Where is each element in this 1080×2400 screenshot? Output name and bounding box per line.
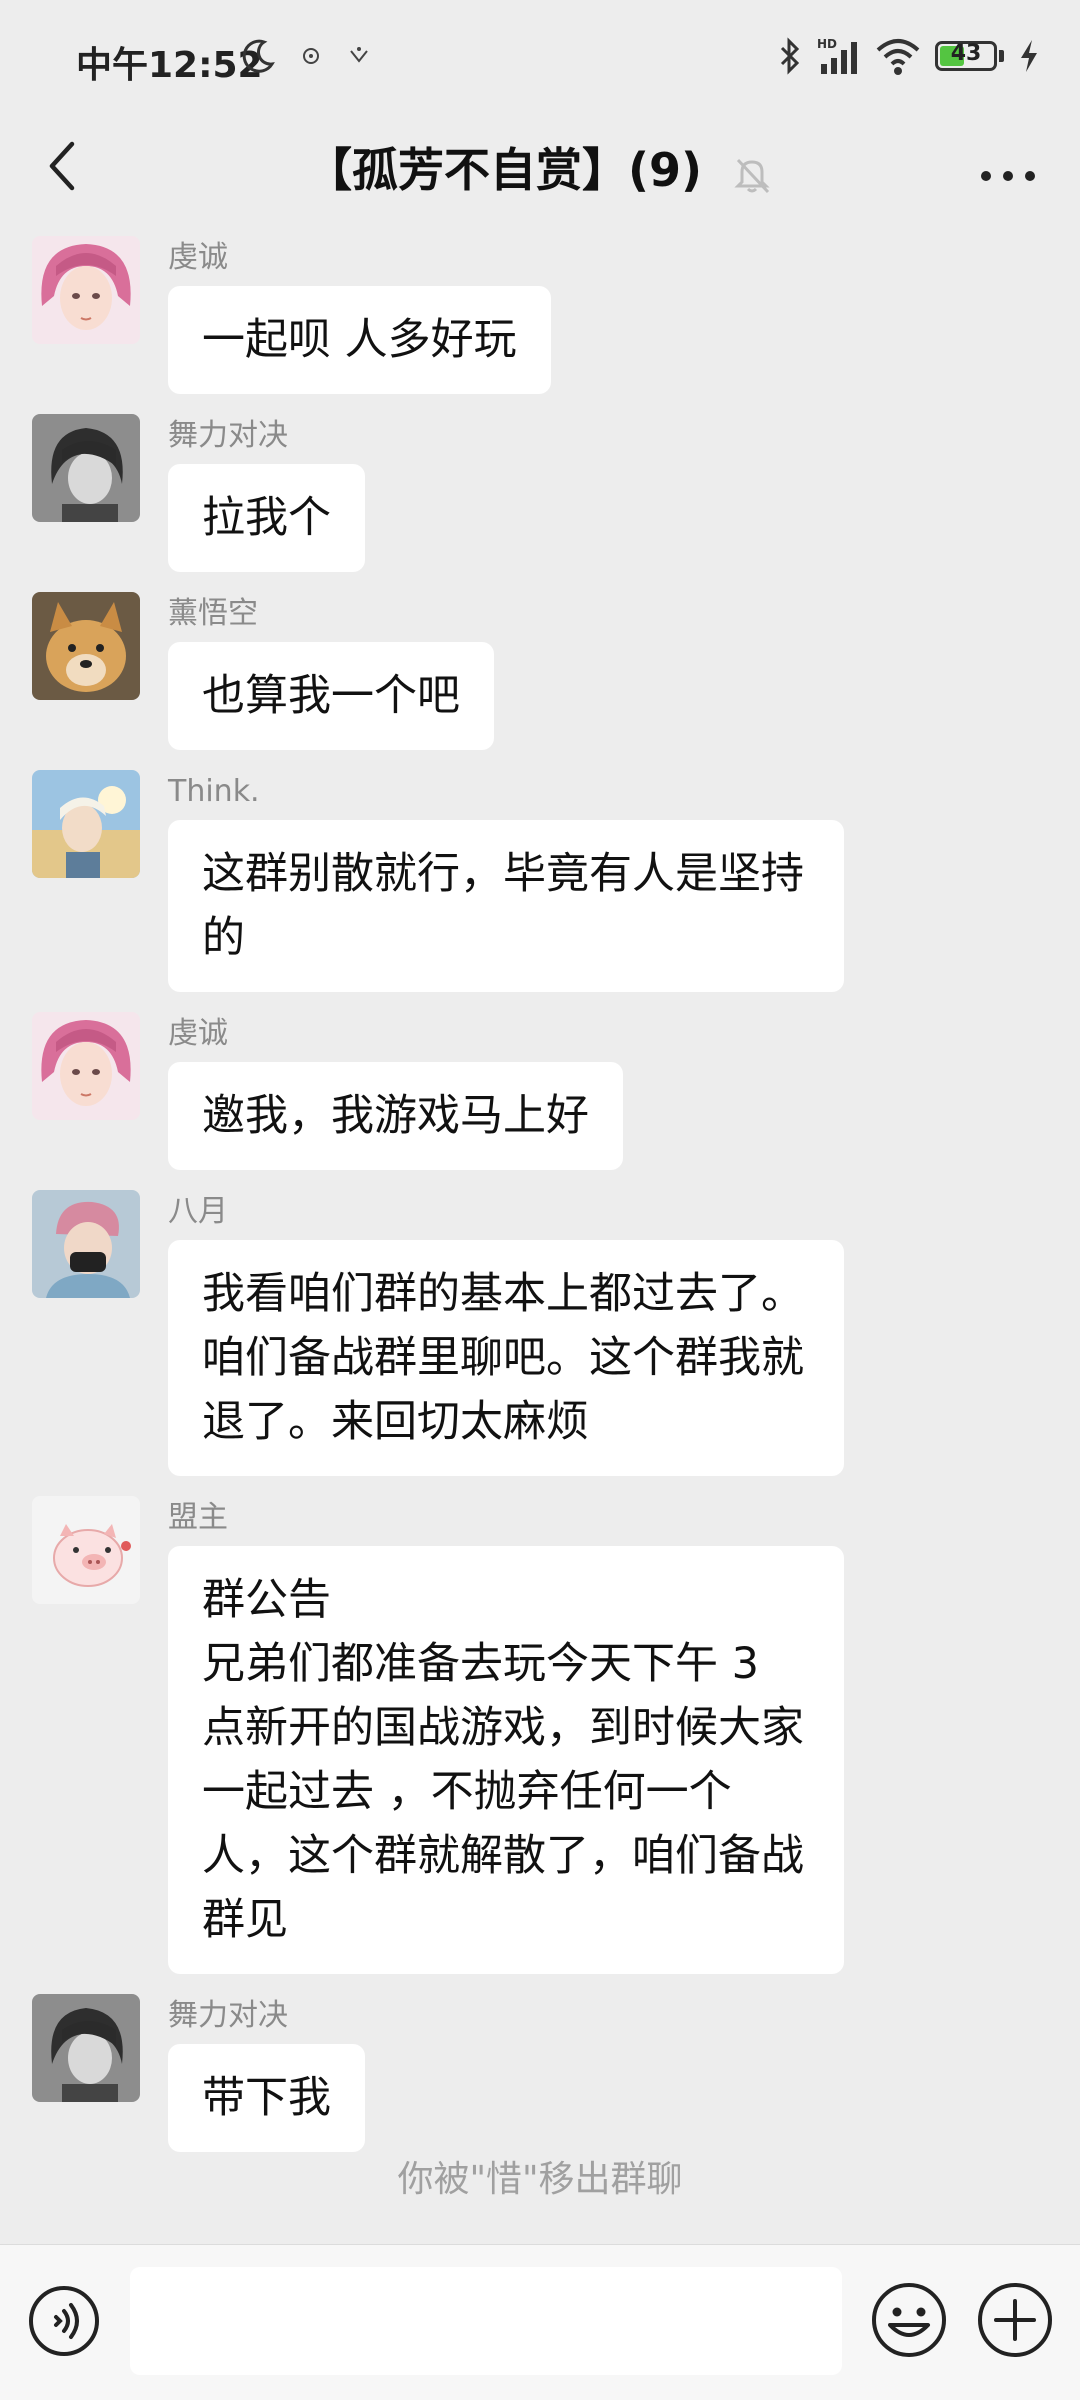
message-bubble[interactable]: 群公告 兄弟们都准备去玩今天下午 3 点新开的国战游戏，到时候大家一起过去 ，不…	[168, 1546, 844, 1974]
message-item: Think. 这群别散就行，毕竟有人是坚持的	[0, 770, 1080, 992]
avatar[interactable]	[32, 414, 140, 522]
message-item: 虔诚 邀我，我游戏马上好	[0, 1012, 1080, 1170]
sender-name: 舞力对决	[168, 418, 288, 453]
bluetooth-icon	[780, 37, 800, 75]
message-item: 虔诚 一起呗 人多好玩	[0, 236, 1080, 394]
avatar[interactable]	[32, 592, 140, 700]
emoji-icon[interactable]	[870, 2281, 948, 2359]
more-options-icon[interactable]	[960, 138, 1056, 198]
message-bubble[interactable]: 也算我一个吧	[168, 642, 494, 750]
message-item: 八月 我看咱们群的基本上都过去了。咱们备战群里聊吧。这个群我就退了。来回切太麻烦	[0, 1190, 1080, 1476]
chat-header: 【孤芳不自赏】(9)	[0, 118, 1080, 218]
system-message: 你被"惜"移出群聊	[397, 2159, 683, 2200]
avatar[interactable]	[32, 1190, 140, 1298]
voice-input-icon[interactable]	[28, 2285, 100, 2357]
chat-title: 【孤芳不自赏】(9)	[305, 143, 703, 197]
charging-icon	[1021, 40, 1037, 72]
sender-name: 盟主	[168, 1500, 228, 1535]
add-more-icon[interactable]	[976, 2281, 1054, 2359]
avatar[interactable]	[32, 770, 140, 878]
message-bubble[interactable]: 拉我个	[168, 464, 365, 572]
message-bubble[interactable]: 带下我	[168, 2044, 365, 2152]
message-bubble[interactable]: 我看咱们群的基本上都过去了。咱们备战群里聊吧。这个群我就退了。来回切太麻烦	[168, 1240, 844, 1476]
sender-name: 八月	[168, 1194, 228, 1229]
sender-name: 虔诚	[168, 1016, 228, 1051]
avatar[interactable]	[32, 1496, 140, 1604]
sender-name: 虔诚	[168, 240, 228, 275]
status-left-icons	[240, 38, 372, 74]
notification-icon	[350, 47, 368, 63]
avatar[interactable]	[32, 1012, 140, 1120]
wifi-icon	[876, 39, 920, 75]
signal-icon: HD	[817, 37, 857, 74]
battery-level: 43	[950, 41, 982, 66]
status-time: 中午12:52	[76, 45, 263, 86]
sender-name: 舞力对决	[168, 1998, 288, 2033]
svg-text:HD: HD	[817, 37, 837, 51]
mute-bell-icon	[734, 158, 770, 193]
message-item: 盟主 群公告 兄弟们都准备去玩今天下午 3 点新开的国战游戏，到时候大家一起过去…	[0, 1496, 1080, 1974]
message-item: 薰悟空 也算我一个吧	[0, 592, 1080, 750]
message-bubble[interactable]: 邀我，我游戏马上好	[168, 1062, 623, 1170]
message-list: 虔诚 一起呗 人多好玩 舞力对决 拉我个 薰悟空 也算我一个吧 Think. 这…	[0, 218, 1080, 2172]
message-item: 舞力对决 带下我	[0, 1994, 1080, 2152]
moon-icon	[242, 39, 275, 73]
chat-title-wrap: 【孤芳不自赏】(9)	[0, 134, 1080, 200]
avatar[interactable]	[32, 1994, 140, 2102]
battery-icon: 43	[935, 41, 997, 71]
input-bar	[0, 2244, 1080, 2400]
message-bubble[interactable]: 这群别散就行，毕竟有人是坚持的	[168, 820, 844, 992]
status-right-icons: HD 43	[777, 36, 1040, 76]
message-input[interactable]	[130, 2267, 842, 2375]
battery-tip	[999, 50, 1004, 62]
sender-name: 薰悟空	[168, 596, 258, 631]
avatar[interactable]	[32, 236, 140, 344]
message-item: 舞力对决 拉我个	[0, 414, 1080, 572]
sender-name: Think.	[168, 774, 260, 809]
notification-icon	[303, 48, 319, 64]
message-bubble[interactable]: 一起呗 人多好玩	[168, 286, 551, 394]
status-bar: 中午12:52 HD 43	[0, 0, 1080, 118]
